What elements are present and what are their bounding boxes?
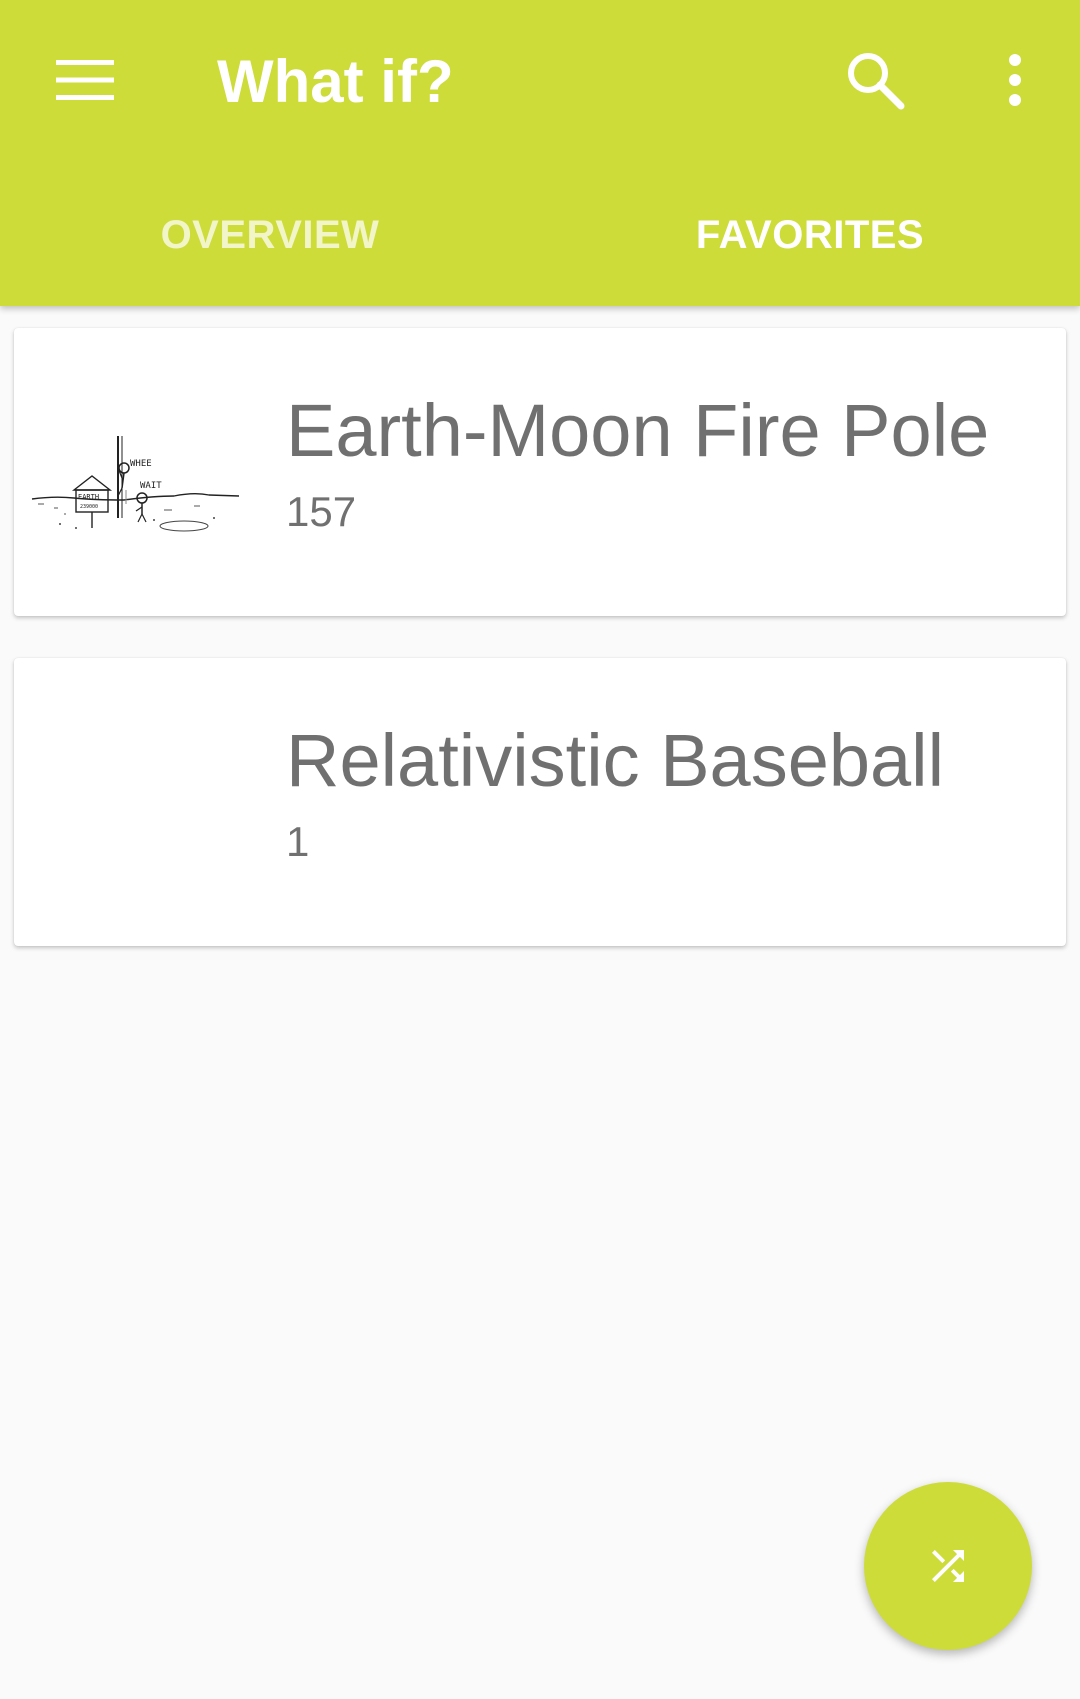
app-bar: What if? OVERVIEW FAVORITES — [0, 0, 1080, 306]
search-button[interactable] — [820, 30, 930, 130]
svg-text:WAIT: WAIT — [140, 481, 162, 491]
tab-overview[interactable]: OVERVIEW — [0, 180, 540, 290]
tab-bar: OVERVIEW FAVORITES — [0, 180, 1080, 290]
comic-thumbnail: WHEE WAIT EARTH 239000 — [31, 436, 240, 532]
item-title: Relativistic Baseball — [286, 719, 945, 802]
list-item[interactable]: WHEE WAIT EARTH 239000 Earth-Moon Fire P… — [14, 328, 1066, 616]
svg-text:WHEE: WHEE — [130, 459, 152, 469]
app-title: What if? — [217, 48, 454, 115]
item-number: 157 — [286, 488, 357, 535]
hamburger-menu-icon — [56, 60, 114, 100]
more-options-button[interactable] — [960, 30, 1070, 130]
list-item[interactable]: Relativistic Baseball 1 — [14, 658, 1066, 946]
item-number: 1 — [286, 818, 310, 865]
svg-text:EARTH: EARTH — [78, 493, 99, 501]
item-title: Earth-Moon Fire Pole — [286, 389, 990, 472]
shuffle-icon — [932, 1550, 964, 1582]
more-vertical-icon — [1009, 54, 1021, 106]
search-icon — [848, 53, 905, 110]
menu-button[interactable] — [30, 30, 140, 130]
shuffle-fab[interactable] — [864, 1482, 1032, 1650]
svg-text:239000: 239000 — [80, 504, 98, 510]
tab-favorites[interactable]: FAVORITES — [540, 180, 1080, 290]
